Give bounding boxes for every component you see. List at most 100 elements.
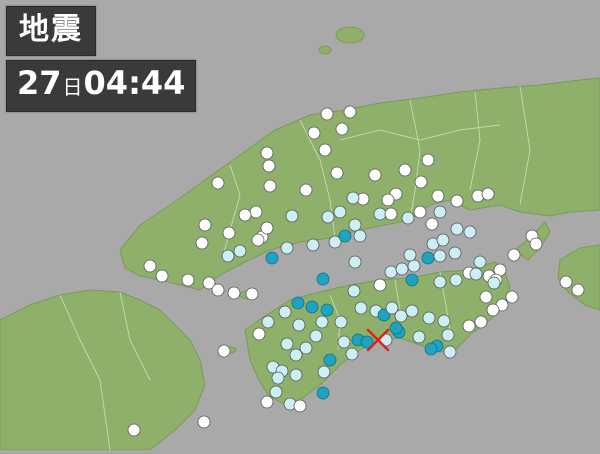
station-circle-icon	[299, 341, 313, 355]
station-circle-icon	[424, 342, 438, 356]
station-circle-icon	[289, 348, 303, 362]
station-circle-icon	[353, 229, 367, 243]
station-circle-icon	[437, 314, 451, 328]
station-circle-icon	[211, 283, 225, 297]
station-circle-icon	[398, 163, 412, 177]
station-circle-icon	[474, 315, 488, 329]
station-circle-icon	[333, 205, 347, 219]
station-circle-icon	[306, 238, 320, 252]
station-circle-icon	[422, 311, 436, 325]
station-circle-icon	[292, 318, 306, 332]
station-circle-icon	[317, 365, 331, 379]
station-circle-icon	[261, 315, 275, 329]
station-circle-icon	[373, 207, 387, 221]
station-circle-icon	[345, 347, 359, 361]
station-circle-icon	[330, 166, 344, 180]
station-circle-icon	[335, 122, 349, 136]
station-circle-icon	[338, 229, 352, 243]
station-circle-icon	[431, 189, 445, 203]
station-circle-icon	[316, 386, 330, 400]
station-circle-icon	[260, 395, 274, 409]
station-circle-icon	[269, 385, 283, 399]
station-circle-icon	[389, 321, 403, 335]
station-circle-icon	[280, 337, 294, 351]
station-circle-icon	[436, 233, 450, 247]
station-circle-icon	[347, 284, 361, 298]
station-circle-icon	[354, 301, 368, 315]
station-circle-icon	[299, 183, 313, 197]
station-circle-icon	[249, 205, 263, 219]
station-circle-icon	[309, 329, 323, 343]
station-circle-icon	[505, 290, 519, 304]
station-circle-icon	[450, 222, 464, 236]
station-circle-icon	[368, 168, 382, 182]
station-circle-icon	[448, 246, 462, 260]
station-circle-icon	[222, 226, 236, 240]
station-circle-icon	[285, 209, 299, 223]
station-circle-icon	[394, 309, 408, 323]
station-circle-icon	[195, 236, 209, 250]
station-circle-icon	[425, 217, 439, 231]
land-oki-island-small	[318, 45, 332, 55]
station-circle-icon	[486, 303, 500, 317]
station-circle-icon	[260, 221, 274, 235]
station-circle-icon	[559, 275, 573, 289]
station-circle-icon	[348, 218, 362, 232]
station-circle-icon	[323, 353, 337, 367]
event-time: 27 日 04:44	[6, 60, 197, 112]
station-circle-icon	[318, 143, 332, 157]
station-circle-icon	[320, 303, 334, 317]
station-circle-icon	[414, 175, 428, 189]
station-circle-icon	[384, 207, 398, 221]
station-circle-icon	[245, 287, 259, 301]
station-circle-icon	[405, 304, 419, 318]
station-circle-icon	[271, 371, 285, 385]
station-circle-icon	[469, 267, 483, 281]
station-circle-icon	[421, 251, 435, 265]
station-circle-icon	[401, 211, 415, 225]
map-view[interactable]: 地震 27 日 04:44	[0, 0, 600, 451]
station-circle-icon	[373, 278, 387, 292]
station-circle-icon	[289, 368, 303, 382]
station-circle-icon	[381, 193, 395, 207]
station-circle-icon	[263, 179, 277, 193]
station-circle-icon	[433, 205, 447, 219]
station-circle-icon	[571, 283, 585, 297]
station-circle-icon	[262, 159, 276, 173]
station-circle-icon	[155, 269, 169, 283]
station-circle-icon	[305, 300, 319, 314]
station-circle-icon	[441, 328, 455, 342]
station-circle-icon	[403, 248, 417, 262]
station-circle-icon	[334, 315, 348, 329]
event-title: 地震	[6, 6, 96, 56]
station-circle-icon	[198, 218, 212, 232]
station-circle-icon	[443, 345, 457, 359]
station-circle-icon	[449, 273, 463, 287]
station-circle-icon	[463, 225, 477, 239]
station-circle-icon	[307, 126, 321, 140]
station-circle-icon	[251, 233, 265, 247]
station-circle-icon	[421, 153, 435, 167]
station-circle-icon	[481, 187, 495, 201]
station-circle-icon	[346, 191, 360, 205]
station-circle-icon	[413, 205, 427, 219]
station-circle-icon	[265, 251, 279, 265]
station-circle-icon	[221, 249, 235, 263]
station-circle-icon	[217, 344, 231, 358]
station-circle-icon	[320, 107, 334, 121]
station-circle-icon	[227, 286, 241, 300]
station-circle-icon	[462, 319, 476, 333]
station-circle-icon	[473, 255, 487, 269]
station-circle-icon	[260, 146, 274, 160]
station-circle-icon	[315, 315, 329, 329]
station-circle-icon	[487, 276, 501, 290]
station-circle-icon	[252, 327, 266, 341]
station-circle-icon	[384, 265, 398, 279]
event-day-unit: 日	[62, 75, 83, 99]
station-circle-icon	[407, 259, 421, 273]
event-day: 27	[17, 64, 62, 102]
station-circle-icon	[211, 176, 225, 190]
station-circle-icon	[450, 194, 464, 208]
station-circle-icon	[280, 241, 294, 255]
station-circle-icon	[412, 330, 426, 344]
